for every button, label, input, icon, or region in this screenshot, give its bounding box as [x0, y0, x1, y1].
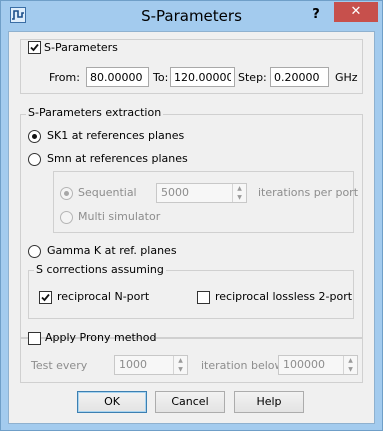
title-bar[interactable]: S-Parameters ? ✕ — [1, 1, 382, 31]
cancel-button[interactable]: Cancel — [155, 391, 225, 413]
radio-gamma-k-label[interactable]: Gamma K at ref. planes — [47, 244, 177, 258]
iteration-below-label: iteration below — [201, 359, 284, 372]
spin-arrows-icon[interactable]: ▲ ▼ — [173, 356, 187, 374]
radio-sequential[interactable] — [60, 187, 73, 200]
dialog-body: S-Parameters From: To: Step: GHz S-Param… — [8, 31, 375, 424]
iterations-suffix: iterations per port — [258, 186, 359, 199]
multi-simulator-label: Multi simulator — [78, 210, 161, 223]
help-icon[interactable]: ? — [304, 4, 328, 26]
reciprocal-lossless-checkbox[interactable] — [197, 291, 210, 304]
reciprocal-n-port-label: reciprocal N-port — [57, 290, 150, 303]
radio-sk1-label[interactable]: SK1 at references planes — [47, 129, 184, 143]
radio-sk1[interactable] — [28, 130, 41, 143]
help-button[interactable]: Help — [234, 391, 304, 413]
test-every-stepper[interactable]: 1000 ▲ ▼ — [114, 355, 188, 375]
sequential-label: Sequential — [78, 186, 137, 199]
sparams-label: S-Parameters — [44, 41, 118, 54]
prony-checkbox[interactable] — [28, 332, 41, 345]
to-input[interactable] — [170, 67, 235, 87]
test-every-label: Test every — [31, 359, 88, 372]
dialog-window: S-Parameters ? ✕ S-Parameters From: To: … — [0, 0, 383, 431]
radio-smn[interactable] — [28, 153, 41, 166]
step-label: Step: — [238, 71, 267, 84]
check-icon — [41, 293, 50, 302]
reciprocal-lossless-label: reciprocal lossless 2-port — [215, 290, 353, 303]
spin-arrows-icon[interactable]: ▲ ▼ — [343, 356, 357, 374]
from-label: From: — [49, 71, 80, 84]
extraction-legend: S-Parameters extraction — [26, 106, 164, 120]
sparams-checkbox[interactable] — [28, 41, 41, 54]
ok-button[interactable]: OK — [77, 391, 147, 413]
reciprocal-n-port-checkbox[interactable] — [39, 291, 52, 304]
to-label: To: — [153, 71, 169, 84]
iteration-below-stepper[interactable]: 100000 ▲ ▼ — [278, 355, 358, 375]
prony-label: Apply Prony method — [45, 331, 157, 344]
radio-smn-label[interactable]: Smn at references planes — [47, 152, 188, 166]
unit-label: GHz — [335, 71, 358, 84]
radio-gamma-k[interactable] — [28, 245, 41, 258]
radio-multi-simulator[interactable] — [60, 211, 73, 224]
spin-arrows-icon[interactable]: ▲ ▼ — [232, 184, 246, 202]
test-every-value: 1000 — [119, 358, 147, 371]
from-input[interactable] — [86, 67, 149, 87]
check-icon — [30, 43, 39, 52]
step-input[interactable] — [270, 67, 329, 87]
iteration-below-value: 100000 — [283, 358, 325, 371]
iterations-stepper[interactable]: 5000 ▲ ▼ — [156, 183, 247, 203]
corrections-legend: S corrections assuming — [34, 263, 166, 277]
close-icon[interactable]: ✕ — [334, 2, 378, 22]
iterations-value: 5000 — [161, 186, 189, 199]
